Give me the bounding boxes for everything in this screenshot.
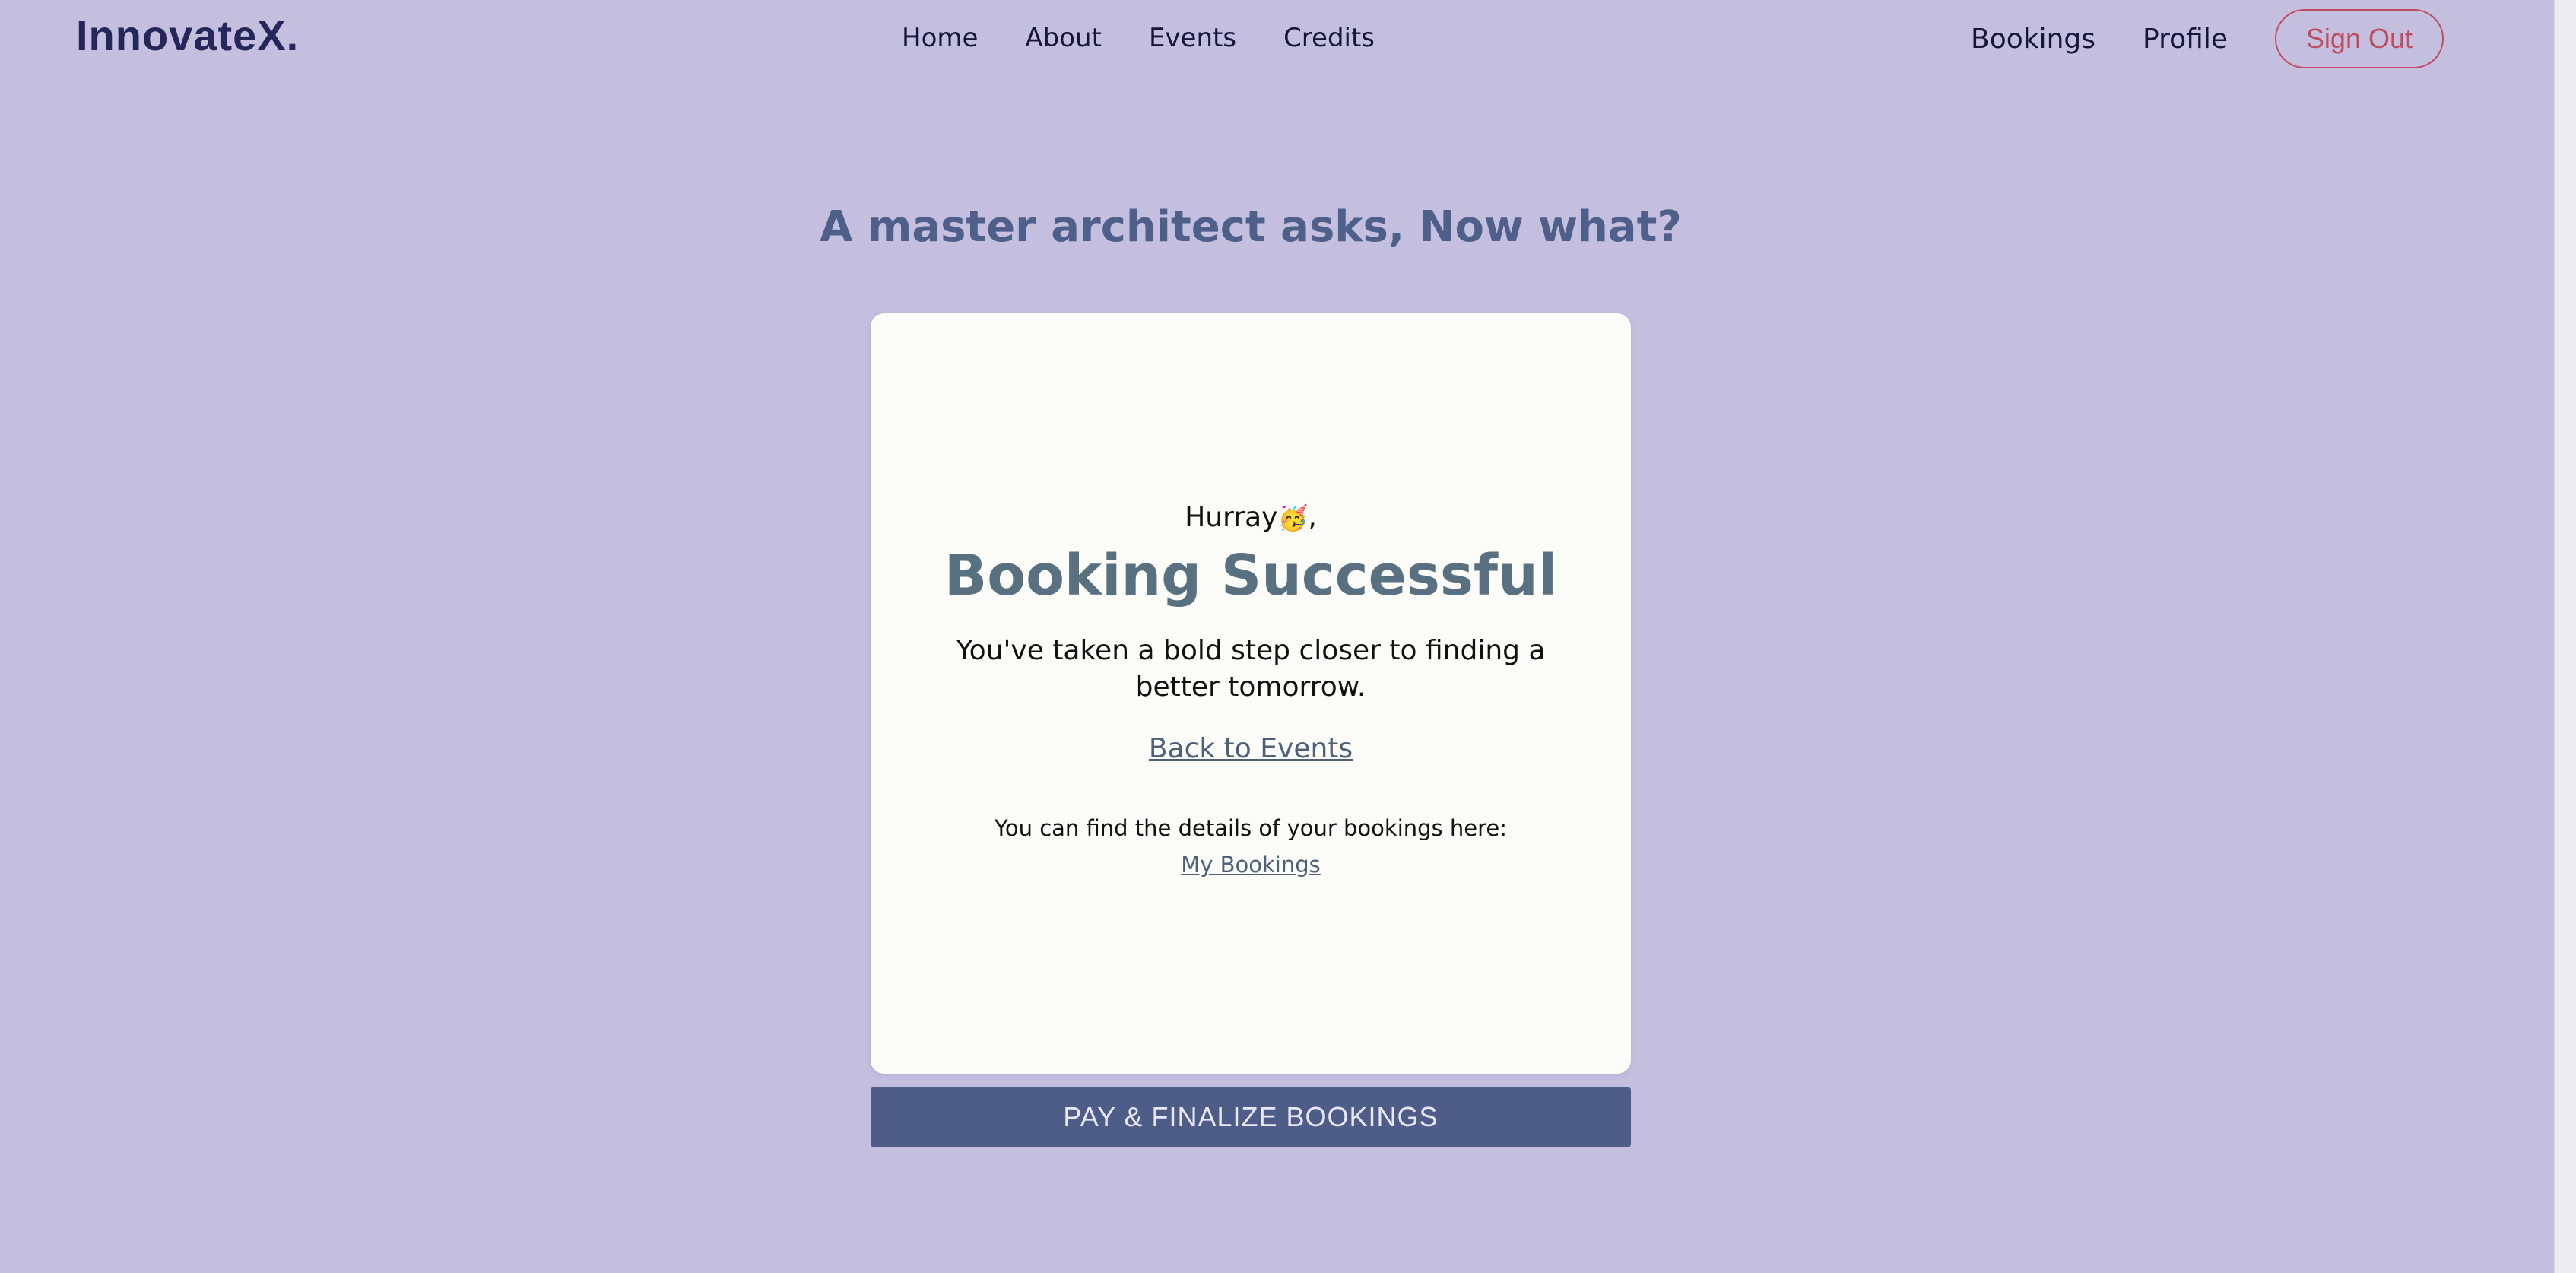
nav-profile-link[interactable]: Profile	[2143, 24, 2228, 55]
page: InnovateX. Home About Events Credits Boo…	[0, 0, 2576, 1273]
nav-about-link[interactable]: About	[1025, 23, 1102, 53]
top-navbar: InnovateX. Home About Events Credits Boo…	[0, 0, 2555, 79]
success-title: Booking Successful	[944, 543, 1558, 608]
page-headline: A master architect asks, Now what?	[820, 202, 1682, 252]
greeting-suffix: ,	[1308, 502, 1317, 533]
account-nav: Bookings Profile Sign Out	[1971, 9, 2444, 68]
bookings-details-note: You can find the details of your booking…	[994, 815, 1507, 841]
sign-out-button[interactable]: Sign Out	[2274, 9, 2444, 68]
nav-home-link[interactable]: Home	[902, 23, 978, 53]
party-face-icon: 🥳	[1277, 503, 1309, 532]
success-message: You've taken a bold step closer to findi…	[956, 635, 1546, 703]
page-scrollbar[interactable]	[2554, 0, 2576, 1273]
nav-events-link[interactable]: Events	[1149, 23, 1236, 53]
back-to-events-link[interactable]: Back to Events	[871, 733, 1631, 764]
pay-finalize-button[interactable]: PAY & FINALIZE BOOKINGS	[871, 1087, 1631, 1147]
my-bookings-link[interactable]: My Bookings	[871, 852, 1631, 878]
brand-logo[interactable]: InnovateX.	[76, 11, 299, 60]
greeting-text: Hurray	[1185, 502, 1278, 533]
nav-bookings-link[interactable]: Bookings	[1971, 24, 2095, 55]
greeting: Hurray🥳,	[871, 502, 1631, 533]
nav-credits-link[interactable]: Credits	[1283, 23, 1375, 53]
main-nav: Home About Events Credits	[902, 23, 1422, 53]
booking-success-card: Hurray🥳, Booking Successful You've taken…	[871, 313, 1631, 1074]
